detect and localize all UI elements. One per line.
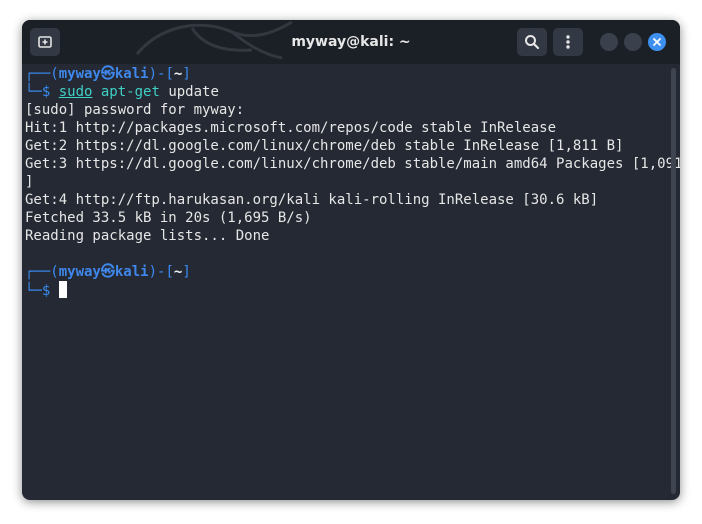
prompt-frame: ]: [182, 66, 191, 82]
new-tab-button[interactable]: [30, 28, 60, 56]
prompt-host: kali: [114, 264, 149, 280]
input-line[interactable]: └─$: [25, 281, 665, 299]
close-icon: [653, 38, 661, 46]
command-argument: update: [168, 84, 219, 100]
new-tab-icon: [38, 36, 52, 48]
prompt-frame: )-[: [148, 66, 174, 82]
prompt-host: kali: [114, 66, 149, 82]
output-line: Fetched 33.5 kB in 20s (1,695 B/s): [25, 210, 312, 226]
prompt-at-symbol: ㉿: [100, 264, 115, 280]
search-icon: [525, 35, 540, 50]
prompt-frame: ]: [182, 264, 191, 280]
text-cursor: [58, 281, 67, 298]
window-title: myway@kali: ~: [291, 34, 411, 50]
kebab-menu-icon: [566, 35, 570, 49]
prompt-at-symbol: ㉿: [100, 66, 115, 82]
title-bar[interactable]: myway@kali: ~: [22, 20, 680, 64]
command-sudo: sudo: [58, 84, 93, 100]
prompt-user: myway: [58, 66, 101, 82]
prompt-frame: └─: [25, 84, 42, 100]
output-line: Reading package lists... Done: [25, 228, 270, 244]
command-line: └─$ sudo apt-get update: [25, 83, 665, 101]
output-line: Get:2 https://dl.google.com/linux/chrome…: [25, 138, 624, 154]
minimize-button[interactable]: [600, 33, 618, 51]
prompt-user: myway: [58, 264, 101, 280]
search-button[interactable]: [517, 28, 547, 56]
output-line: Get:3 https://dl.google.com/linux/chrome…: [25, 156, 680, 172]
prompt-frame: )-[: [148, 264, 174, 280]
prompt-frame: ┌──(: [25, 66, 59, 82]
output-line: Hit:1 http://packages.microsoft.com/repo…: [25, 120, 557, 136]
close-button[interactable]: [648, 33, 666, 51]
prompt-dollar: $: [41, 283, 59, 299]
terminal-window: myway@kali: ~ ┌──(myway㉿kali)-[~] └─$ su…: [22, 20, 680, 500]
menu-button[interactable]: [553, 28, 583, 56]
command-program: apt-get: [100, 84, 160, 100]
scrollbar[interactable]: [671, 68, 676, 494]
output-line: Get:4 http://ftp.harukasan.org/kali kali…: [25, 192, 599, 208]
terminal-output[interactable]: ┌──(myway㉿kali)-[~] └─$ sudo apt-get upd…: [25, 64, 680, 495]
prompt-dollar: $: [41, 84, 59, 100]
command-space: [92, 84, 100, 100]
output-line: [sudo] password for myway:: [25, 102, 245, 118]
prompt-frame: ┌──(: [25, 264, 59, 280]
maximize-button[interactable]: [624, 33, 642, 51]
prompt-line-top: ┌──(myway㉿kali)-[~]: [25, 263, 665, 281]
prompt-frame: └─: [25, 283, 42, 299]
output-line: ]: [25, 174, 34, 190]
prompt-line-top: ┌──(myway㉿kali)-[~]: [25, 65, 665, 83]
